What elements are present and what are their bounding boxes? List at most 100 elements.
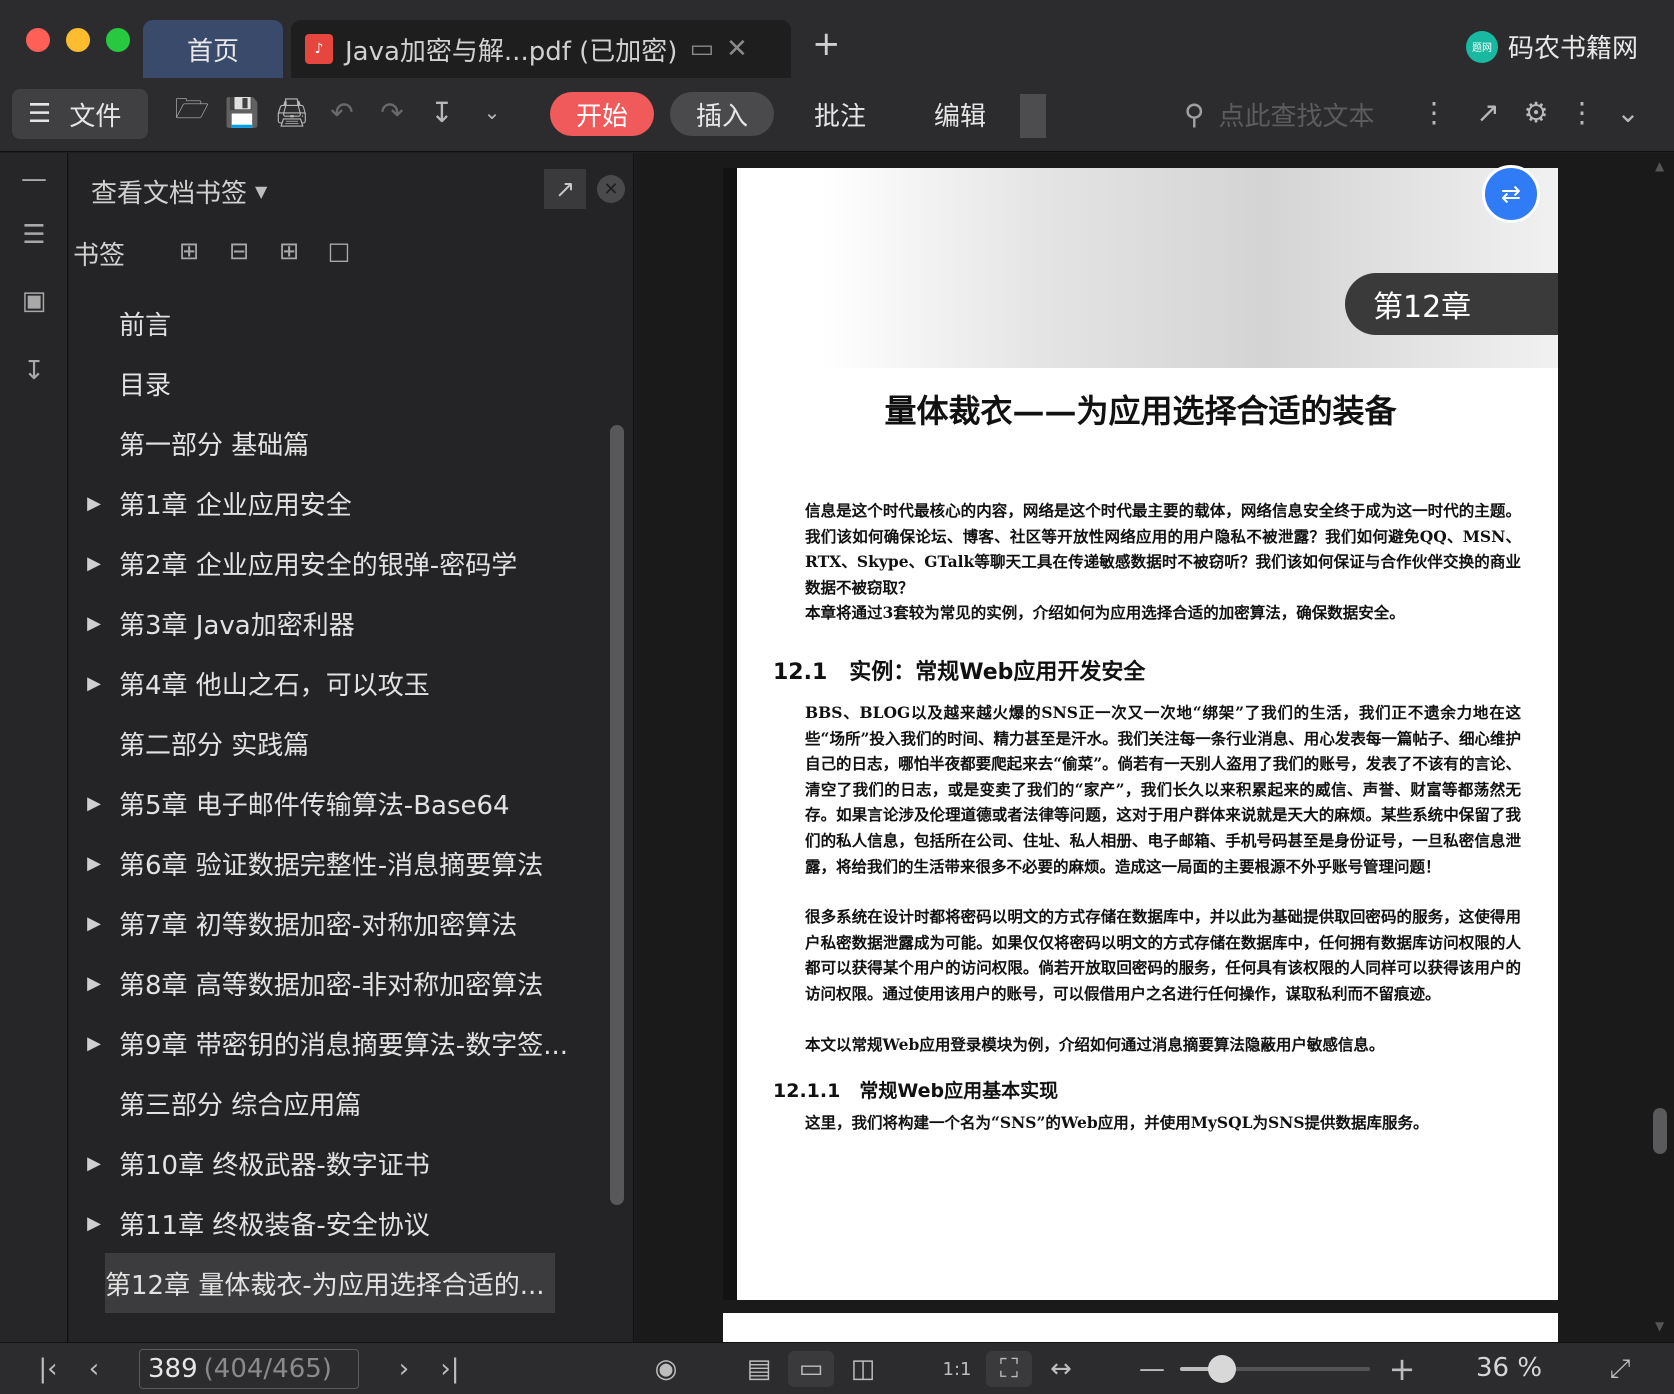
two-page-view-icon[interactable]: ◫ [840,1351,886,1387]
bookmark-item[interactable]: 第一部分 基础篇 [69,413,599,473]
last-page-icon[interactable]: ›| [432,1351,468,1387]
intro-paragraph-1: 信息是这个时代最核心的内容，网络是这个时代最主要的载体，网络信息安全终于成为这一… [773,498,1521,600]
next-page-icon[interactable]: › [386,1351,422,1387]
expand-triangle-icon[interactable]: ▶ [69,793,119,814]
bookmark-item[interactable]: ▶ 第6章 验证数据完整性-消息摘要算法 [69,833,599,893]
bookmark-item[interactable]: ▶第12章 量体裁衣-为应用选择合适的... [105,1253,555,1313]
bookmark-item[interactable]: 目录 [69,353,599,413]
new-tab-button[interactable]: + [812,24,841,64]
export-image-icon[interactable]: ↧ [422,92,462,132]
undo-icon[interactable]: ↶ [322,92,362,132]
zoom-in-icon[interactable]: + [1384,1350,1420,1388]
bookmark-item[interactable]: ▶ 第4章 他山之石，可以攻玉 [69,653,599,713]
more-vertical-icon[interactable]: ⋮ [1414,92,1454,132]
bookmark-label: 第11章 终极装备-安全协议 [119,1210,430,1241]
bookmark-item[interactable]: ▶ 第3章 Java加密利器 [69,593,599,653]
share-icon[interactable]: ↗ [1468,92,1508,132]
page-number-input[interactable]: 389 (404/465) [139,1349,359,1389]
tab-document-label: Java加密与解...pdf (已加密) [345,36,678,67]
fullscreen-icon[interactable]: ⤢ [1600,1351,1640,1387]
bookmark-item[interactable]: 前言 [69,293,599,353]
bookmark-item[interactable]: ▶ 第2章 企业应用安全的银弹-密码学 [69,533,599,593]
panel-title: 查看文档书签 [91,179,248,209]
expand-triangle-icon[interactable]: ▶ [69,493,119,514]
expand-triangle-icon[interactable]: ▶ [69,913,119,934]
scroll-up-arrow-icon[interactable]: ▲ [1655,159,1664,173]
bookmark-item[interactable]: ▶ 第7章 初等数据加密-对称加密算法 [69,893,599,953]
bookmark-item[interactable]: ▶ 第10章 终极武器-数字证书 [69,1133,599,1193]
thumbnails-icon[interactable]: ▣ [14,281,54,321]
fit-page-icon[interactable]: ⛶ [986,1351,1032,1387]
tab-start[interactable]: 开始 [550,92,654,136]
more-options-icon[interactable]: ⋮ [1562,92,1602,132]
expand-triangle-icon[interactable]: ▶ [69,1153,119,1174]
collapse-all-icon[interactable]: ⊟ [221,233,257,269]
bookmark-label: 第7章 初等数据加密-对称加密算法 [119,910,518,941]
bookmark-item[interactable]: ▶ 第1章 企业应用安全 [69,473,599,533]
present-icon[interactable]: ▭ [689,34,714,64]
close-tab-icon[interactable]: ✕ [726,34,748,64]
first-page-icon[interactable]: |‹ [30,1351,66,1387]
pdf-page: 第12章 量体裁衣——为应用选择合适的装备 信息是这个时代最核心的内容，网络是这… [723,168,1558,1300]
tab-home[interactable]: 首页 [143,20,283,78]
close-window-button[interactable] [26,28,50,52]
expand-triangle-icon[interactable]: ▶ [69,553,119,574]
bookmark-item[interactable]: 第三部分 综合应用篇 [69,1073,599,1133]
delete-bookmark-icon[interactable]: □ [321,233,357,269]
tab-annotate[interactable]: 批注 [790,92,890,136]
print-icon[interactable]: 🖨 [272,92,312,132]
zoom-slider-handle[interactable] [1207,1355,1236,1383]
continuous-view-icon[interactable]: ▤ [736,1351,782,1387]
fit-width-icon[interactable]: ↔ [1038,1351,1084,1387]
bookmark-item[interactable]: ▶ 第9章 带密钥的消息摘要算法-数字签... [69,1013,599,1073]
next-pdf-page [723,1313,1558,1342]
bookmark-item[interactable]: ▶ 第11章 终极装备-安全协议 [69,1193,599,1253]
open-folder-icon[interactable]: 🗁 [172,92,212,132]
tab-document[interactable]: ♪ Java加密与解...pdf (已加密) ▭ ✕ [291,20,791,78]
actual-size-icon[interactable]: 1:1 [934,1351,980,1387]
current-page: 389 [148,1354,198,1384]
redo-icon[interactable]: ↷ [372,92,412,132]
bookmark-item[interactable]: ▶ 第8章 高等数据加密-非对称加密算法 [69,953,599,1013]
document-view[interactable]: 第12章 量体裁衣——为应用选择合适的装备 信息是这个时代最核心的内容，网络是这… [635,153,1674,1342]
expand-all-icon[interactable]: ⊞ [171,233,207,269]
single-page-view-icon[interactable]: ▭ [788,1351,834,1387]
tab-edit[interactable]: 编辑 [910,92,1010,136]
save-icon[interactable]: 💾 [222,92,262,132]
bookmark-list-icon[interactable]: ☰ [14,215,54,255]
zoom-out-icon[interactable]: — [1134,1351,1170,1387]
file-menu-button[interactable]: ☰ 文件 [12,89,148,139]
convert-floating-button[interactable]: ⇄ [1482,165,1540,223]
prev-page-icon[interactable]: ‹ [76,1351,112,1387]
expand-triangle-icon[interactable]: ▶ [69,1213,119,1234]
expand-triangle-icon[interactable]: ▶ [69,853,119,874]
rail-menu-icon[interactable]: — [14,159,54,199]
add-bookmark-icon[interactable]: ⊞ [271,233,307,269]
expand-triangle-icon[interactable]: ▶ [69,613,119,634]
export-panel-icon[interactable]: ↧ [14,351,54,391]
section-paragraph-3: 本文以常规Web应用登录模块为例，介绍如何通过消息摘要算法隐蔽用户敏感信息。 [773,1032,1521,1058]
close-panel-icon[interactable]: ✕ [597,175,625,203]
expand-triangle-icon[interactable]: ▶ [69,1033,119,1054]
tab-insert[interactable]: 插入 [670,92,774,136]
collapse-toolbar-icon[interactable]: ⌄ [1608,92,1648,132]
search-icon: ⚲ [1184,97,1205,131]
search-box[interactable]: ⚲ 点此查找文本 [1184,92,1375,136]
zoom-percentage: 36 % [1476,1353,1543,1383]
expand-triangle-icon[interactable]: ▶ [69,973,119,994]
gear-icon[interactable]: ⚙ [1516,92,1556,132]
bookmark-item[interactable]: 第二部分 实践篇 [69,713,599,773]
scroll-down-arrow-icon[interactable]: ▼ [1655,1319,1664,1333]
pop-out-icon[interactable]: ↗ [544,169,586,209]
panel-scroll-thumb[interactable] [610,425,624,1205]
document-scroll-thumb[interactable] [1653,1108,1667,1154]
toolbar-overflow-handle[interactable] [1020,94,1046,138]
panel-title-dropdown[interactable]: 查看文档书签 ▼ [91,173,267,210]
bookmark-item[interactable]: ▶ 第5章 电子邮件传输算法-Base64 [69,773,599,833]
expand-triangle-icon[interactable]: ▶ [69,673,119,694]
zoom-window-button[interactable] [106,28,130,52]
chevron-down-icon[interactable]: ⌄ [472,92,512,132]
minimize-window-button[interactable] [66,28,90,52]
eye-protection-icon[interactable]: ◉ [644,1351,688,1387]
chapter-header-graphic [823,168,1558,368]
